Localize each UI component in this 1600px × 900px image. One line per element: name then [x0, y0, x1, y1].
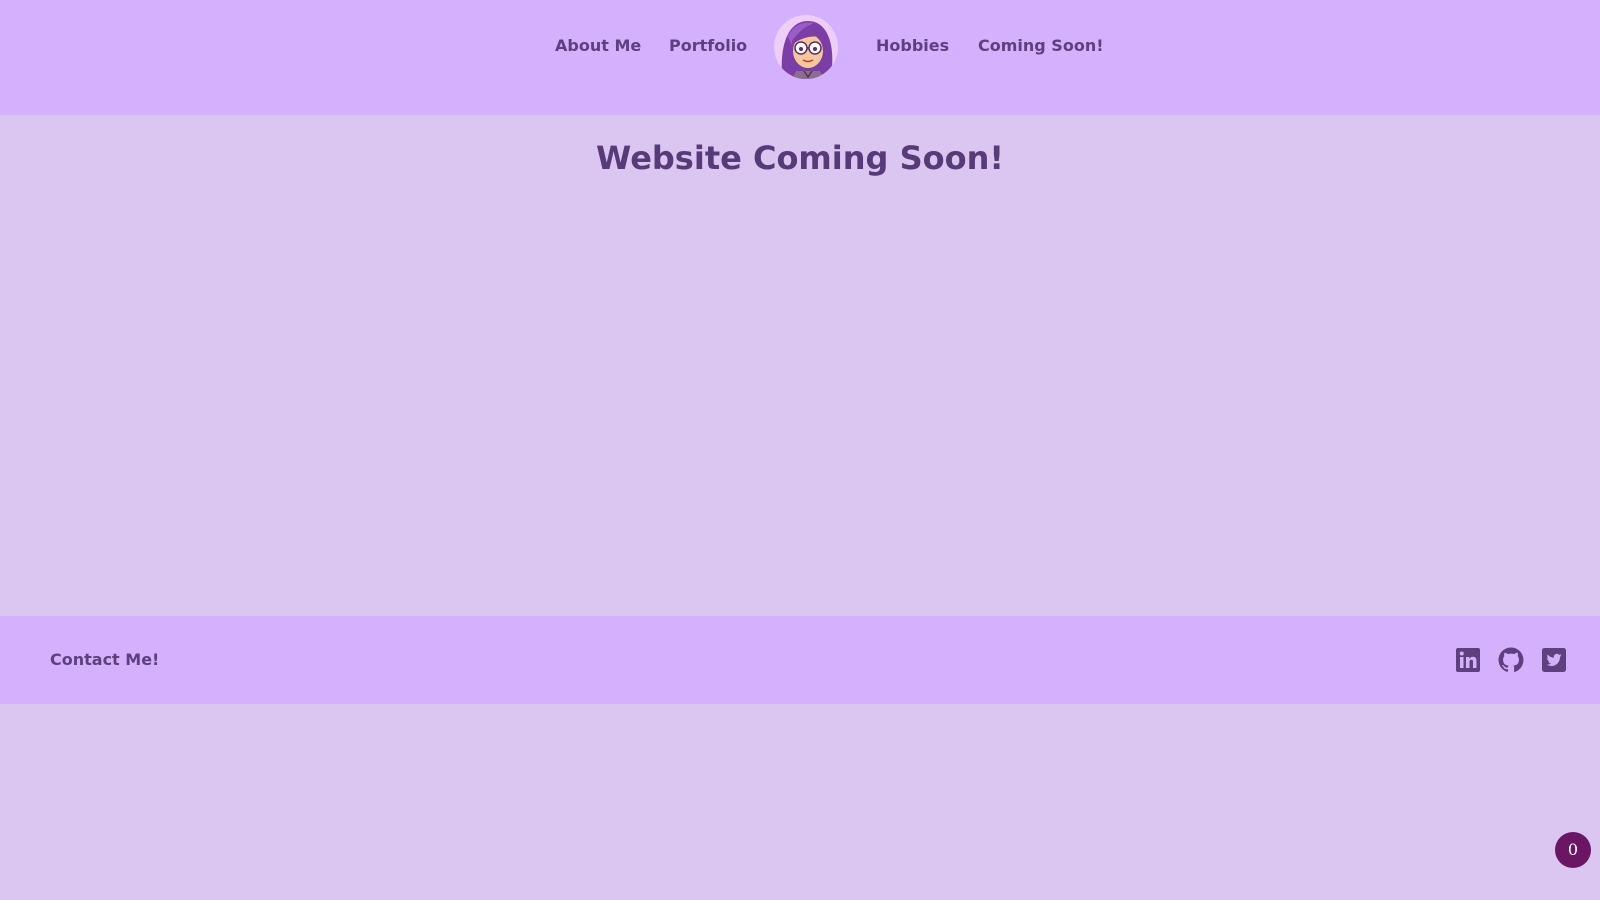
- avatar[interactable]: [774, 15, 838, 79]
- page-title: Website Coming Soon!: [596, 139, 1004, 177]
- avatar-illustration-icon: [774, 15, 838, 79]
- nav-coming-soon-link[interactable]: Coming Soon!: [978, 34, 1104, 58]
- nav-hobbies-link[interactable]: Hobbies: [876, 34, 949, 58]
- github-icon[interactable]: [1498, 647, 1524, 673]
- notification-count-badge[interactable]: 0: [1555, 832, 1591, 868]
- nav-about-me-link[interactable]: About Me: [555, 34, 641, 58]
- linkedin-icon[interactable]: [1455, 647, 1481, 673]
- site-footer: Contact Me!: [0, 616, 1600, 704]
- site-header: About Me Portfolio Hobbies Coming Soon!: [0, 0, 1600, 115]
- nav-portfolio-link[interactable]: Portfolio: [669, 34, 747, 58]
- contact-me-label: Contact Me!: [50, 650, 160, 669]
- twitter-icon[interactable]: [1541, 647, 1567, 673]
